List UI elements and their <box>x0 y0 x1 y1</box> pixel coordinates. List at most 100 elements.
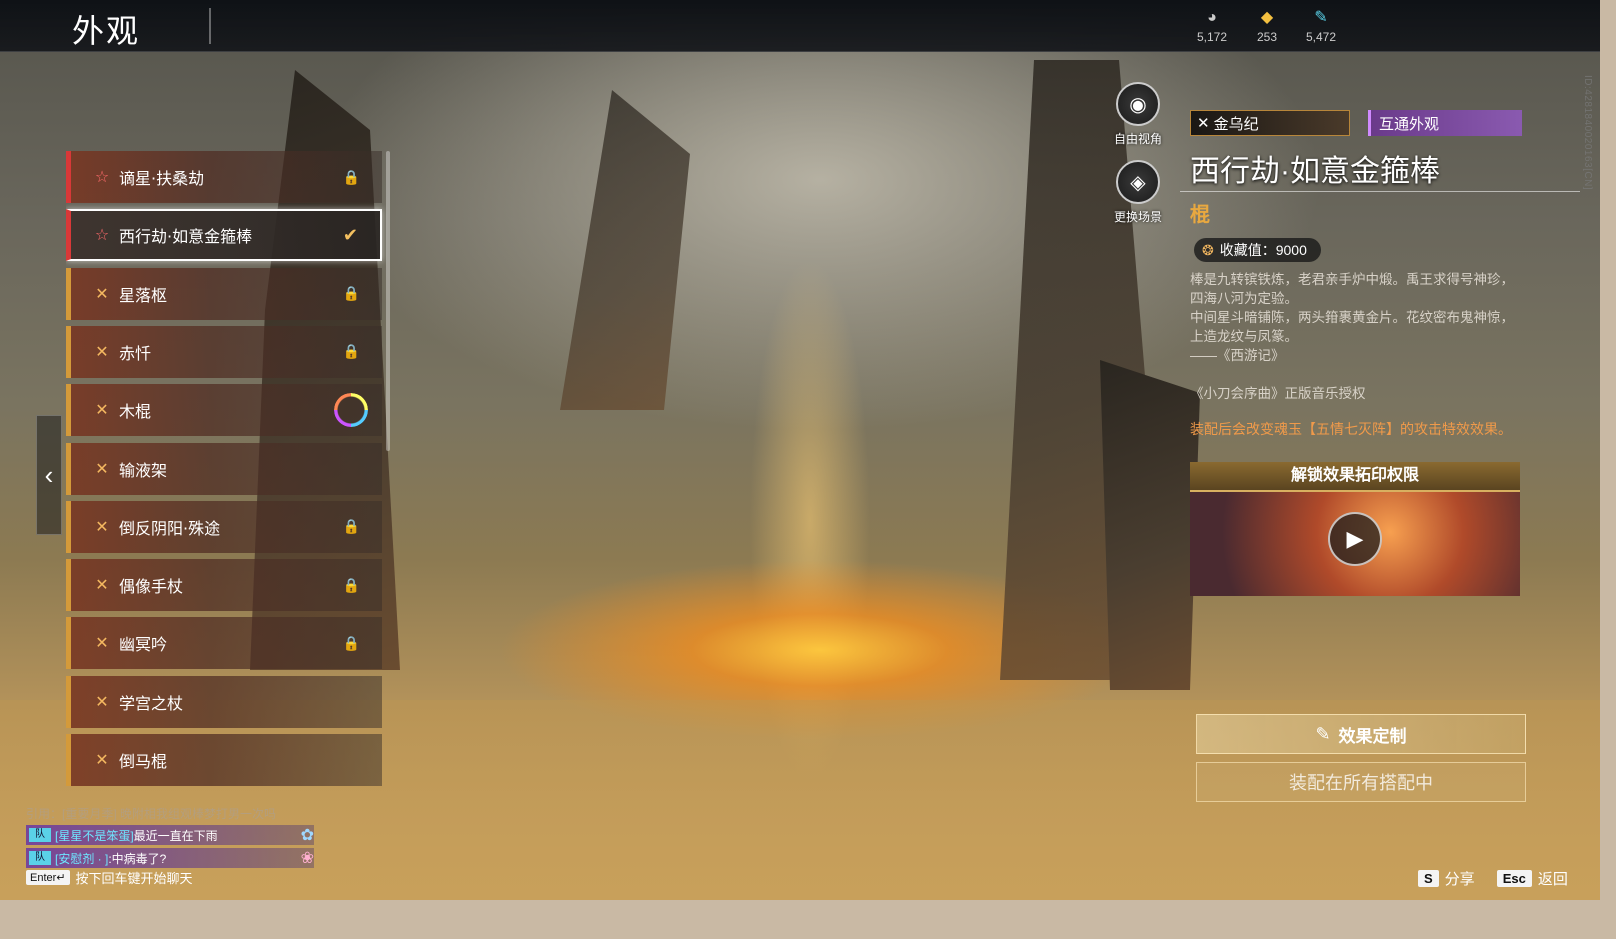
chat-text: :中病毒了? <box>108 851 167 866</box>
effect-preview-video[interactable]: 解锁效果拓印权限 ▶ <box>1190 462 1520 596</box>
weapon-name: 输液架 <box>119 460 168 480</box>
back-label[interactable]: 返回 <box>1538 868 1568 889</box>
free-view-button[interactable]: ◉ 自由视角 <box>1098 82 1178 147</box>
dye-ring-icon[interactable] <box>334 393 368 428</box>
share-key[interactable]: S <box>1418 870 1439 887</box>
cross-weapons-icon: ✕ <box>95 460 109 478</box>
effect-custom-button[interactable]: ✎ 效果定制 <box>1196 714 1526 754</box>
top-bar: 外观 ◕ 5,172 ◆ 253 ✎ 5,472 <box>0 0 1600 52</box>
weapon-name: 西行劫·如意金箍棒 <box>119 227 253 247</box>
rock-pillar-center <box>560 90 690 410</box>
lock-icon: 🔒 <box>342 343 360 360</box>
weapon-list-item[interactable]: ✕ 学宫之杖 <box>66 675 382 728</box>
title-divider <box>209 8 211 44</box>
currency-feather: ✎ 5,472 <box>1296 8 1346 44</box>
brush-icon: ✎ <box>1315 723 1331 744</box>
sticker-icon: ✿ <box>300 827 314 844</box>
lock-icon: 🔒 <box>342 168 360 185</box>
lock-icon: 🔒 <box>342 576 360 593</box>
description-line: 中间星斗暗铺陈，两头箝裹黄金片。花纹密布鬼神惊，上造龙纹与凤篆。 <box>1190 310 1514 344</box>
weapon-list-item[interactable]: ✕ 输液架 <box>66 442 382 495</box>
window-margin-bottom <box>0 900 1616 939</box>
cross-weapons-icon: ✕ <box>95 752 109 769</box>
weapon-list-item[interactable]: ✕ 赤忏 🔒 <box>66 325 382 378</box>
description-line: ——《西游记》 <box>1190 348 1285 363</box>
weapon-name: 倒反阴阳·殊途 <box>119 518 221 538</box>
weapon-list-item[interactable]: ✕ 幽冥吟 🔒 <box>66 617 382 670</box>
chat-input-hint[interactable]: Enter↵ 按下回车键开始聊天 <box>26 868 193 887</box>
weapon-name: 星落枢 <box>119 285 168 305</box>
rock-pillar-far-right <box>1100 360 1200 690</box>
collapse-panel-button[interactable]: ‹ <box>36 415 62 535</box>
weapon-list-item[interactable]: ✕ 偶像手杖 🔒 <box>66 559 382 612</box>
change-scene-label: 更换场景 <box>1113 210 1162 224</box>
window-margin-right <box>1600 0 1616 939</box>
currency-value: 253 <box>1256 30 1278 44</box>
collection-icon: ❂ <box>1202 241 1214 258</box>
chat-text: 最近一直在下雨 <box>133 828 218 843</box>
team-channel-icon: 队 <box>29 828 51 842</box>
video-thumbnail: ▶ <box>1190 492 1520 596</box>
cross-weapons-icon: ✕ <box>95 635 109 653</box>
weapon-list-item[interactable]: ✕ 倒反阴阳·殊途 🔒 <box>66 500 382 553</box>
weapon-name: 谪星·扶桑劫 <box>119 169 205 188</box>
gold-ingot-icon: ◆ <box>1260 9 1274 26</box>
cross-weapons-icon: ✕ <box>95 402 109 420</box>
shared-appearance-tag: 互通外观 <box>1368 110 1522 136</box>
chat-message[interactable]: 队 [安慰剂 · ] :中病毒了? ❀ <box>26 848 314 868</box>
team-channel-icon: 队 <box>29 851 51 865</box>
equip-all-button[interactable]: 装配在所有搭配中 <box>1196 762 1526 802</box>
effect-note: 装配后会改变魂玉【五情七灭阵】的攻击特效效果。 <box>1190 421 1512 437</box>
cross-weapons-icon: ✕ <box>95 577 109 595</box>
chat-sender[interactable]: [安慰剂 · ] <box>55 850 108 867</box>
star-icon: ☆ <box>94 169 110 186</box>
cross-weapons-icon: ✕ <box>95 518 109 536</box>
lock-icon: 🔒 <box>342 285 360 302</box>
chat-sender[interactable]: [星星不是笨蛋] <box>55 827 134 844</box>
weapon-list-item[interactable]: ☆ 谪星·扶桑劫 🔒 <box>66 151 382 203</box>
weapon-name: 偶像手杖 <box>119 577 184 597</box>
chevron-left-icon: ‹ <box>44 459 54 490</box>
pearl-icon: ◕ <box>1207 9 1217 26</box>
cross-weapons-icon: ✕ <box>95 285 109 303</box>
video-title: 解锁效果拓印权限 <box>1190 462 1520 492</box>
weapon-list-item[interactable]: ☆ 西行劫·如意金箍棒 ✔ <box>66 209 382 262</box>
currency-value: 5,172 <box>1196 30 1228 44</box>
weapon-list-item[interactable]: ✕ 星落枢 🔒 <box>66 267 382 320</box>
lock-icon: 🔒 <box>342 518 360 535</box>
collection-value-badge: ❂ 收藏值：9000 <box>1194 238 1321 262</box>
share-label[interactable]: 分享 <box>1445 868 1475 889</box>
cross-weapons-icon: ✕ <box>1197 115 1210 132</box>
weapon-list-item[interactable]: ✕ 倒马棍 <box>66 734 382 786</box>
camera-icon: ◉ <box>1116 82 1160 126</box>
list-scrollbar[interactable] <box>386 151 390 451</box>
chat-message[interactable]: 队 [星星不是笨蛋] 最近一直在下雨 ✿ <box>26 825 314 845</box>
chat-quote: 引用：[重要月季] 晚附相我组观棒梦打男一次吗 <box>26 806 277 821</box>
series-tag-label: 金乌纪 <box>1213 115 1259 133</box>
enter-key-icon: Enter↵ <box>26 870 70 885</box>
weapon-name: 赤忏 <box>119 343 152 363</box>
free-view-label: 自由视角 <box>1113 132 1162 146</box>
weapon-list-item[interactable]: ✕ 木棍 <box>66 384 382 437</box>
esc-key[interactable]: Esc <box>1496 870 1532 887</box>
currency-pearl: ◕ 5,172 <box>1187 8 1237 44</box>
play-icon[interactable]: ▶ <box>1328 512 1382 566</box>
weapon-name: 木棍 <box>119 402 152 422</box>
feather-icon: ✎ <box>1314 9 1328 26</box>
weapon-name: 学宫之杖 <box>119 693 184 713</box>
description-line: 棒是九转镔铁炼，老君亲手炉中煅。禹王求得号神珍，四海八河为定验。 <box>1190 272 1514 306</box>
change-scene-button[interactable]: ◈ 更换场景 <box>1098 160 1178 225</box>
page-title: 外观 <box>72 12 141 50</box>
music-license: 《小刀会序曲》正版音乐授权 <box>1190 386 1366 401</box>
title-divider <box>1180 191 1580 192</box>
star-icon: ☆ <box>94 227 110 245</box>
effect-custom-label: 效果定制 <box>1338 726 1407 746</box>
hotkey-bar: S 分享 Esc 返回 <box>1418 868 1568 889</box>
flower-icon: ❀ <box>300 850 314 867</box>
scene-icon: ◈ <box>1116 160 1160 204</box>
cross-weapons-icon: ✕ <box>95 693 109 711</box>
item-title: 西行劫·如意金箍棒 <box>1190 155 1440 188</box>
item-description: 棒是九转镔铁炼，老君亲手炉中煅。禹王求得号神珍，四海八河为定验。 中间星斗暗铺陈… <box>1190 270 1522 365</box>
weapon-appearance-list[interactable]: ☆ 谪星·扶桑劫 🔒 ☆ 西行劫·如意金箍棒 ✔ ✕ 星落枢 🔒 ✕ 赤忏 🔒 ✕ 木棍 ✕ 输液架 ✕ 倒反阴阳… <box>66 151 396 796</box>
collection-value: 收藏值：9000 <box>1219 242 1307 258</box>
